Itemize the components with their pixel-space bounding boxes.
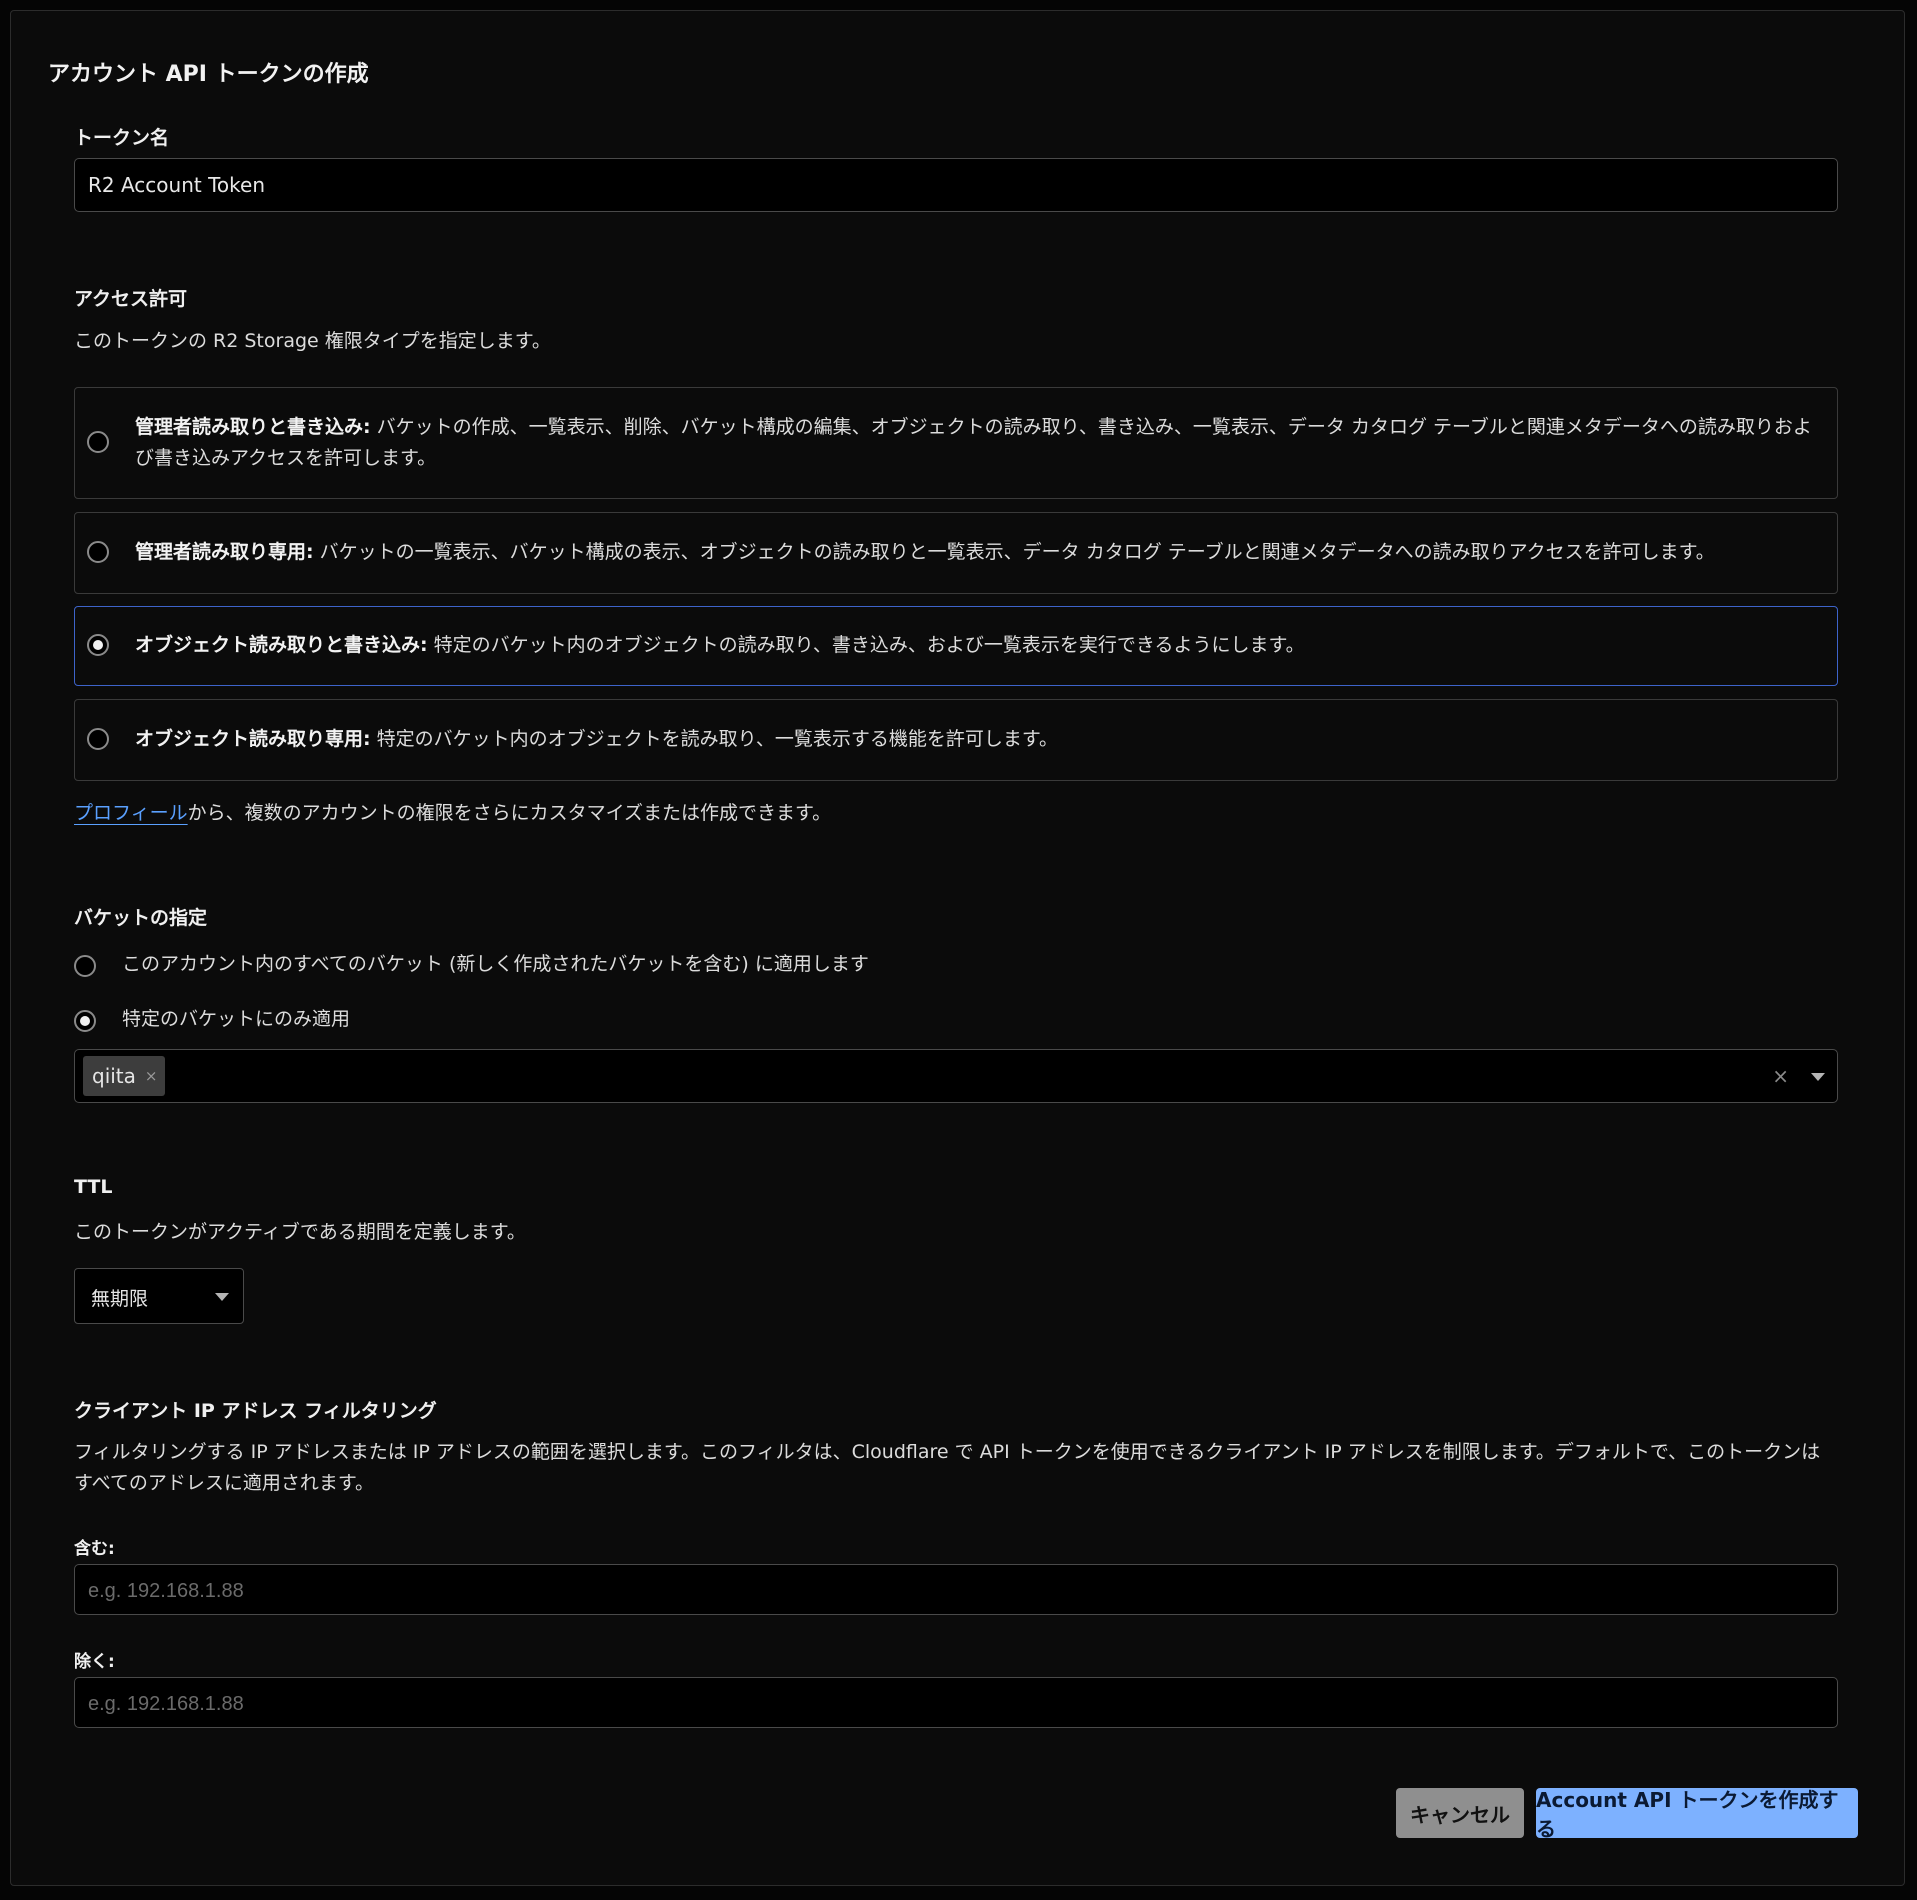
page-title: アカウント API トークンの作成: [48, 62, 369, 87]
option-description: バケットの作成、一覧表示、削除、バケット構成の編集、オブジェクトの読み取り、書き…: [135, 416, 1812, 469]
tag-remove-icon[interactable]: ×: [145, 1067, 158, 1085]
exclude-label: 除く:: [74, 1652, 115, 1672]
radio-specific-buckets[interactable]: [74, 1010, 96, 1032]
buckets-label: バケットの指定: [74, 907, 208, 929]
ttl-description: このトークンがアクティブである期間を定義します。: [74, 1221, 526, 1243]
chevron-down-icon[interactable]: [215, 1293, 229, 1301]
option-title: 管理者読み取り専用:: [135, 541, 314, 563]
exclude-ip-input[interactable]: [75, 1678, 1837, 1727]
option-title: オブジェクト読み取りと書き込み:: [135, 634, 428, 656]
include-ip-input[interactable]: [75, 1565, 1837, 1614]
token-name-input[interactable]: [75, 159, 1837, 211]
ttl-select[interactable]: 無期限: [74, 1268, 244, 1324]
radio-all-buckets[interactable]: [74, 955, 96, 977]
radio-object-read-write[interactable]: [87, 634, 109, 656]
exclude-field[interactable]: [74, 1677, 1838, 1728]
profile-note-text: から、複数のアカウントの権限をさらにカスタマイズまたは作成できます。: [187, 802, 832, 824]
profile-link[interactable]: プロフィール: [74, 802, 188, 824]
option-title: 管理者読み取りと書き込み:: [135, 416, 371, 438]
option-description: バケットの一覧表示、バケット構成の表示、オブジェクトの読み取りと一覧表示、データ…: [319, 541, 1715, 563]
option-title: オブジェクト読み取り専用:: [135, 728, 371, 750]
all-buckets-label[interactable]: このアカウント内のすべてのバケット (新しく作成されたバケットを含む) に適用し…: [122, 949, 869, 980]
permissions-label: アクセス許可: [74, 288, 188, 310]
token-name-label: トークン名: [74, 127, 170, 149]
clear-icon[interactable]: ×: [1772, 1064, 1789, 1088]
radio-admin-read-only[interactable]: [87, 541, 109, 563]
cancel-button[interactable]: キャンセル: [1396, 1788, 1524, 1838]
specific-buckets-label[interactable]: 特定のバケットにのみ適用: [122, 1004, 350, 1035]
permission-option-object-read-only[interactable]: オブジェクト読み取り専用: 特定のバケット内のオブジェクトを読み取り、一覧表示す…: [74, 699, 1838, 781]
permission-option-admin-read-write[interactable]: 管理者読み取りと書き込み: バケットの作成、一覧表示、削除、バケット構成の編集、…: [74, 387, 1838, 499]
permission-option-object-read-write[interactable]: オブジェクト読み取りと書き込み: 特定のバケット内のオブジェクトの読み取り、書き…: [74, 606, 1838, 686]
option-description: 特定のバケット内のオブジェクトを読み取り、一覧表示する機能を許可します。: [376, 728, 1058, 750]
create-token-button[interactable]: Account API トークンを作成する: [1536, 1788, 1858, 1841]
ttl-label: TTL: [74, 1176, 113, 1198]
token-name-field[interactable]: [74, 158, 1838, 212]
ip-filter-label: クライアント IP アドレス フィルタリング: [74, 1400, 437, 1422]
radio-admin-read-write[interactable]: [87, 431, 109, 453]
include-label: 含む:: [74, 1539, 115, 1559]
bucket-tag: qiita ×: [83, 1056, 166, 1096]
bucket-tag-label: qiita: [92, 1064, 136, 1088]
ip-filter-description: フィルタリングする IP アドレスまたは IP アドレスの範囲を選択します。この…: [74, 1441, 1821, 1494]
bucket-multiselect[interactable]: qiita × ×: [74, 1049, 1838, 1103]
option-description: 特定のバケット内のオブジェクトの読み取り、書き込み、および一覧表示を実行できるよ…: [433, 634, 1305, 656]
ttl-select-value: 無期限: [91, 1288, 149, 1310]
permissions-description: このトークンの R2 Storage 権限タイプを指定します。: [74, 330, 551, 352]
radio-object-read-only[interactable]: [87, 728, 109, 750]
permission-option-admin-read-only[interactable]: 管理者読み取り専用: バケットの一覧表示、バケット構成の表示、オブジェクトの読み…: [74, 512, 1838, 594]
profile-note: プロフィールから、複数のアカウントの権限をさらにカスタマイズまたは作成できます。: [74, 798, 831, 829]
include-field[interactable]: [74, 1564, 1838, 1615]
chevron-down-icon[interactable]: [1811, 1073, 1825, 1081]
